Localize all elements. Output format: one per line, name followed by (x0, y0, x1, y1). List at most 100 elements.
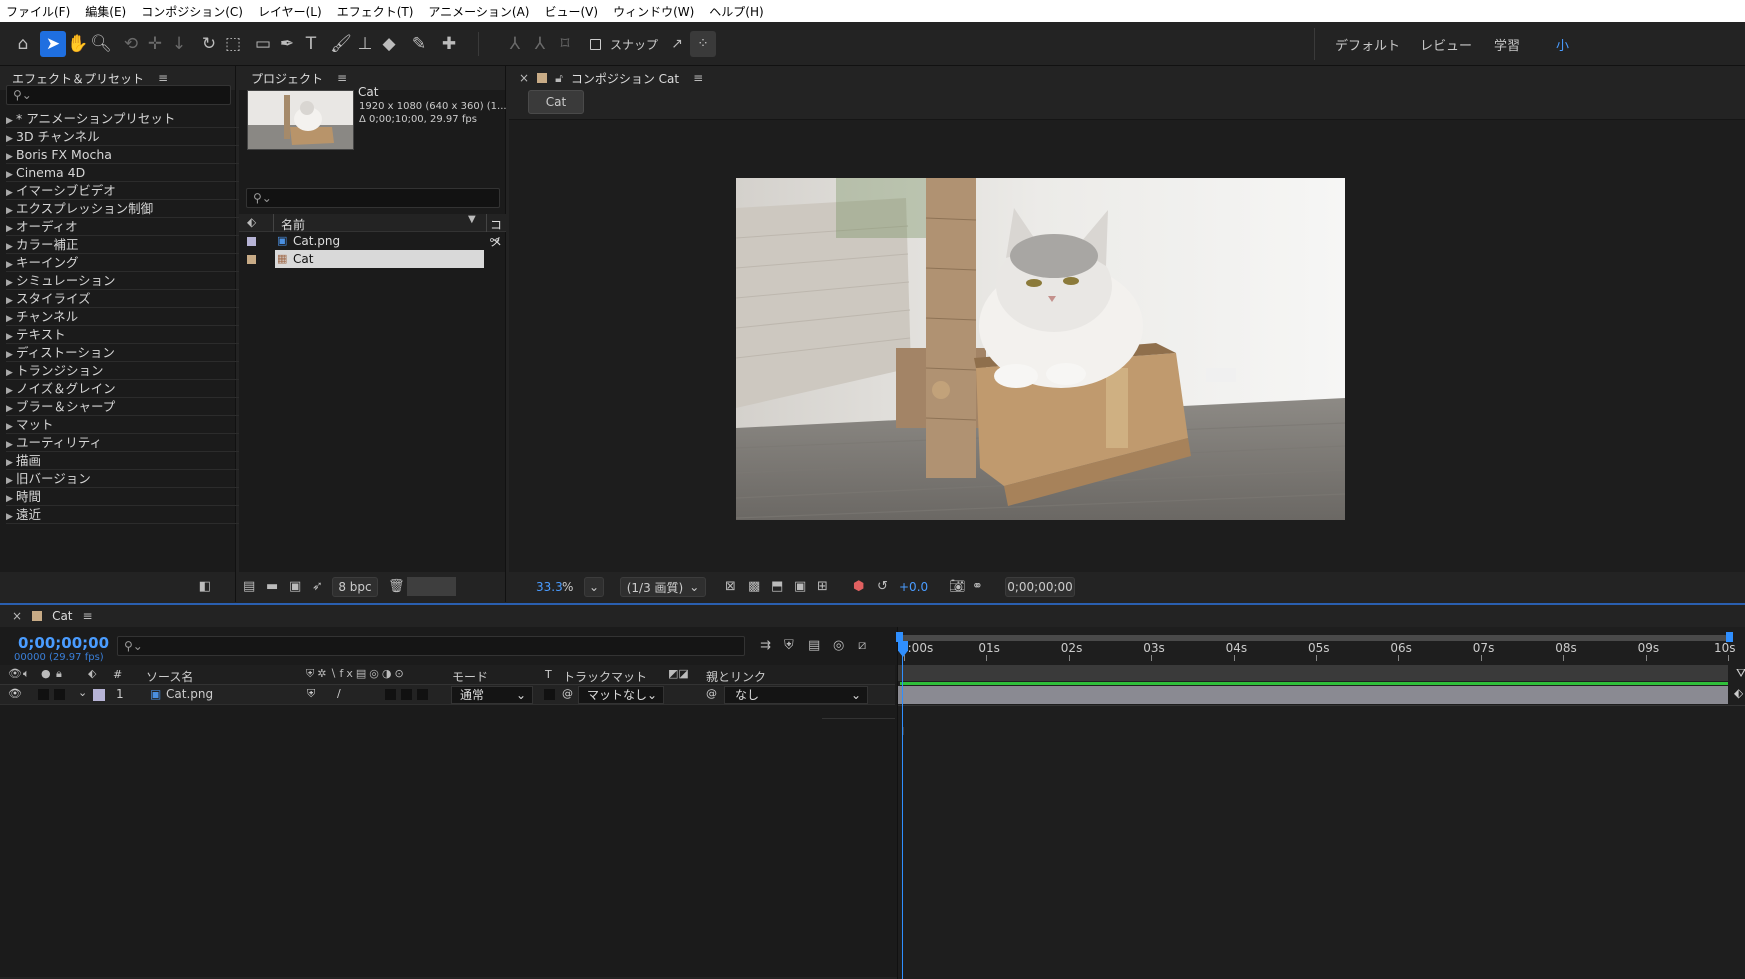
effects-search-input[interactable]: ⚲⌄ (6, 85, 231, 105)
sort-chevron-icon[interactable]: ▼ (468, 214, 476, 225)
view-axis-icon[interactable]: ⌑ (552, 31, 578, 57)
zoom-tool-icon[interactable]: 🔍︎ (88, 31, 114, 57)
panel-menu-icon[interactable]: ≡ (158, 71, 168, 85)
local-axis-icon[interactable]: ⅄ (502, 31, 528, 57)
label-tag-icon[interactable]: ⬖ (88, 667, 96, 680)
show-snapshot-icon[interactable]: ⚭ (972, 579, 983, 594)
effect-category[interactable]: ▶ 3D チャンネル (6, 128, 246, 146)
region-of-interest-icon[interactable]: ▣ (794, 579, 806, 594)
lock-box[interactable] (54, 689, 65, 700)
workspace-small[interactable]: 小 (1556, 35, 1569, 54)
item-name-cell[interactable]: ▦ Cat (275, 250, 484, 268)
new-composition-icon[interactable]: ▣ (289, 579, 301, 594)
playhead-line[interactable] (902, 655, 903, 979)
orbit-camera-icon[interactable]: ⟲ (118, 31, 144, 57)
delete-icon[interactable]: 🗑︎ (388, 579, 405, 594)
effect-category[interactable]: ▶ チャンネル (6, 308, 246, 326)
timeline-graph-area[interactable]: 0:00s 01s 02s 03s 04s 05s 06s 07s 08s 09s 10s ⛛ ⬖ … (896, 627, 1745, 979)
track-matte-dropdown[interactable]: マットなし ⌄ (578, 686, 664, 704)
new-folder-icon[interactable]: ▬ (266, 579, 278, 594)
brush-tool-icon[interactable]: 🖌︎ (328, 31, 354, 57)
solo-box[interactable] (38, 689, 49, 700)
home-icon[interactable]: ⌂ (10, 31, 36, 57)
menu-item-8[interactable]: ヘルプ(H) (709, 3, 763, 20)
thumbnail-swatch[interactable] (407, 577, 456, 596)
effect-category[interactable]: ▶ カラー補正 (6, 236, 246, 254)
solo-switch-icon[interactable]: ● (41, 667, 51, 680)
expand-triangle-icon[interactable]: ▶ (6, 509, 16, 526)
comp-tab-cat[interactable]: Cat (528, 90, 584, 114)
switch-box[interactable] (401, 689, 412, 700)
interpret-footage-icon[interactable]: ▤ (243, 579, 255, 594)
effect-category[interactable]: ▶ ブラー＆シャープ (6, 398, 246, 416)
world-axis-icon[interactable]: ⅄ (527, 31, 553, 57)
selection-tool-icon[interactable]: ➤ (40, 31, 66, 57)
parent-dropdown[interactable]: なし ⌄ (724, 686, 868, 704)
menu-item-0[interactable]: ファイル(F) (6, 3, 70, 20)
zoom-value[interactable]: 33.3 (536, 580, 563, 594)
resolution-dropdown[interactable]: (1/3 画質) ⌄ (620, 577, 706, 597)
effect-category[interactable]: ▶ Boris FX Mocha (6, 146, 246, 164)
effect-category[interactable]: ▶ テキスト (6, 326, 246, 344)
new-preset-icon[interactable]: ◧ (199, 579, 211, 594)
workspace-learn[interactable]: 学習 (1494, 35, 1520, 54)
zoom-dropdown-chevron-icon[interactable]: ⌄ (584, 577, 604, 597)
motion-blur-icon[interactable]: ◎ (833, 638, 844, 653)
fast-preview-icon[interactable]: ⊠ (725, 579, 736, 594)
timeline-current-time[interactable]: 0;00;00;00 (18, 634, 109, 652)
project-item-row[interactable]: ▦ Cat (239, 250, 506, 268)
effect-category[interactable]: ▶ Cinema 4D (6, 164, 246, 182)
panel-menu-icon[interactable]: ≡ (83, 609, 93, 623)
rotate-tool-icon[interactable]: ↻ (196, 31, 222, 57)
snapshot-camera-icon[interactable]: 📷︎ (949, 579, 966, 594)
flowchart-icon[interactable]: ⚯ (490, 234, 499, 247)
transparency-grid-icon[interactable]: ▩ (748, 579, 760, 594)
switch-box[interactable] (385, 689, 396, 700)
effect-category[interactable]: ▶ 時間 (6, 488, 246, 506)
lock-switch-icon[interactable]: 🔒︎ (56, 667, 62, 681)
frame-blending-icon[interactable]: ▤ (808, 638, 820, 653)
current-time-display[interactable]: 0;00;00;00 (1005, 577, 1075, 597)
workspace-review[interactable]: レビュー (1420, 35, 1472, 54)
rectangle-tool-icon[interactable]: ▭ (250, 31, 276, 57)
composition-viewer-image[interactable] (736, 178, 1345, 520)
project-item-row[interactable]: ▣ Cat.png ⚯ (239, 232, 506, 250)
snap-targets-icon[interactable]: ⁘ (690, 31, 716, 57)
project-search-input[interactable]: ⚲⌄ (246, 188, 500, 208)
timeline-tab-title[interactable]: Cat (52, 609, 72, 623)
effect-category[interactable]: ▶ 旧バージョン (6, 470, 246, 488)
switch-box[interactable] (417, 689, 428, 700)
time-ruler[interactable]: 0:00s 01s 02s 03s 04s 05s 06s 07s 08s 09s 10s (898, 641, 1745, 665)
close-icon[interactable]: × (519, 71, 529, 85)
layer-row[interactable]: 👁︎ ⌄ 1 ▣ Cat.png ⛨ ∕ 通常 ⌄ @ マットなし ⌄ @ なし… (0, 685, 895, 705)
type-tool-icon[interactable]: T (298, 31, 324, 57)
snap-checkbox[interactable] (590, 39, 601, 50)
effect-category[interactable]: ▶ * アニメーションプリセット (6, 110, 246, 128)
effect-category[interactable]: ▶ オーディオ (6, 218, 246, 236)
effect-category[interactable]: ▶ ユーティリティ (6, 434, 246, 452)
shy-switch-icon[interactable]: ⛨ (307, 687, 315, 701)
draft-3d-icon[interactable]: ⛨ (784, 638, 794, 653)
bit-depth-button[interactable]: 8 bpc (332, 577, 378, 597)
menu-item-1[interactable]: 編集(E) (85, 3, 126, 20)
expand-chevron-icon[interactable]: ⌄ (78, 686, 87, 699)
comp-mini-flowchart-icon[interactable]: ⇉ (760, 638, 771, 653)
effect-category[interactable]: ▶ イマーシブビデオ (6, 182, 246, 200)
pan-camera-icon[interactable]: ✛ (142, 31, 168, 57)
item-name-cell[interactable]: ▣ Cat.png (275, 232, 484, 250)
roto-brush-icon[interactable]: ✎ (406, 31, 432, 57)
guides-icon[interactable]: ⊞ (817, 579, 828, 594)
layer-color-label[interactable] (93, 689, 105, 701)
comp-end-marker-icon[interactable]: ⛛ (1736, 666, 1745, 681)
effect-category[interactable]: ▶ 描画 (6, 452, 246, 470)
effect-category[interactable]: ▶ スタイライズ (6, 290, 246, 308)
color-channels-icon[interactable]: ⬢ (853, 579, 864, 594)
quality-switch-icon[interactable]: ∕ (337, 687, 341, 700)
render-queue-icon[interactable]: ➶ (312, 579, 323, 594)
menu-item-2[interactable]: コンポジション(C) (141, 3, 243, 20)
menu-item-6[interactable]: ビュー(V) (544, 3, 598, 20)
menu-item-3[interactable]: レイヤー(L) (258, 3, 322, 20)
effect-category[interactable]: ▶ シミュレーション (6, 272, 246, 290)
pen-tool-icon[interactable]: ✒ (274, 31, 300, 57)
snap-options-icon[interactable]: ↗ (664, 31, 690, 57)
